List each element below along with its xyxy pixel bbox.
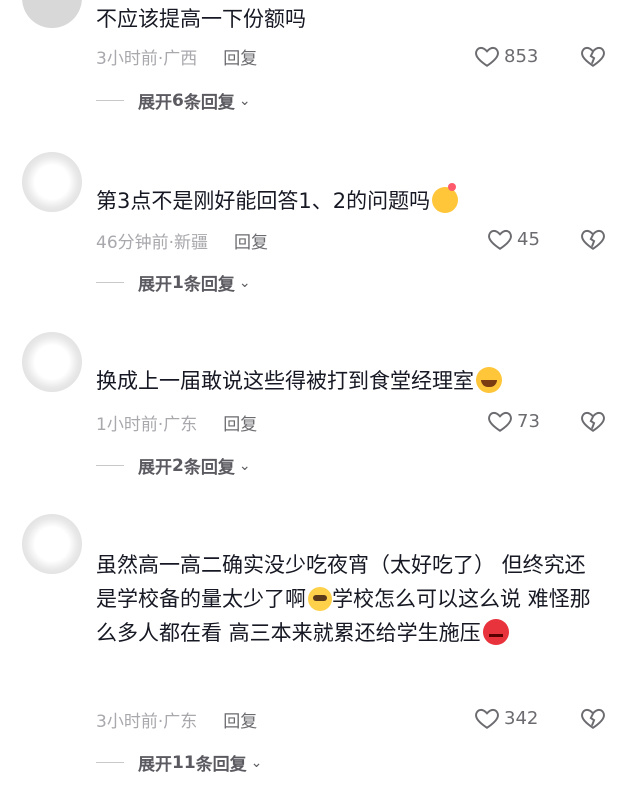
- chevron-down-icon: ⌄: [238, 274, 251, 291]
- avatar[interactable]: [22, 0, 82, 28]
- like-button[interactable]: 45: [487, 226, 540, 252]
- comment-time: 1小时前: [96, 415, 158, 435]
- comment-text: 换成上一届敢说这些得被打到食堂经理室: [96, 364, 502, 398]
- comment-time: 3小时前: [96, 49, 158, 69]
- expand-count: 6: [172, 90, 184, 111]
- expand-suffix: 条回复: [183, 93, 235, 113]
- comment-time: 46分钟前: [96, 233, 169, 253]
- divider: [96, 465, 124, 466]
- dislike-icon[interactable]: [580, 226, 606, 252]
- comment-location: 新疆: [174, 233, 209, 253]
- angry-emoji-icon: [482, 619, 509, 645]
- avatar[interactable]: [22, 152, 82, 212]
- heart-icon: [475, 708, 499, 729]
- avatar[interactable]: [22, 514, 82, 574]
- comment-text: 虽然高一高二确实没少吃夜宵（太好吃了） 但终究还是学校备的量太少了啊 学校怎么可以…: [96, 553, 591, 645]
- expand-replies-button[interactable]: 展开 11 条回复 ⌄: [96, 750, 262, 775]
- comment-location: 广西: [163, 49, 198, 69]
- expand-suffix: 条回复: [195, 755, 247, 775]
- like-count: 853: [504, 45, 539, 67]
- reply-button[interactable]: 回复: [223, 415, 257, 435]
- comment-location: 广东: [163, 712, 198, 732]
- comment-time: 3小时前: [96, 712, 158, 732]
- comment-text: 第3点不是刚好能回答1、2的问题吗: [96, 183, 459, 218]
- expand-count: 2: [172, 455, 184, 476]
- heart-icon: [475, 46, 499, 67]
- expand-replies-button[interactable]: 展开 6 条回复 ⌄: [96, 88, 251, 113]
- comment-text: 不应该提高一下份额吗: [96, 7, 306, 31]
- comment-meta: 46分钟前·新疆 回复: [96, 233, 269, 253]
- comment-meta: 1小时前·广东 回复: [96, 415, 258, 435]
- expand-suffix: 条回复: [183, 458, 235, 478]
- dislike-icon[interactable]: [580, 408, 606, 434]
- divider: [96, 282, 124, 283]
- reply-button[interactable]: 回复: [234, 233, 268, 253]
- dislike-icon[interactable]: [580, 43, 606, 69]
- avatar[interactable]: [22, 332, 82, 392]
- comment-meta: 3小时前·广东 回复: [96, 712, 258, 732]
- heart-icon: [488, 229, 512, 250]
- like-count: 342: [504, 707, 539, 729]
- expand-suffix: 条回复: [183, 275, 235, 295]
- chevron-down-icon: ⌄: [238, 457, 251, 474]
- laugh-cry-emoji-icon: [476, 367, 502, 393]
- expand-count: 1: [172, 272, 184, 293]
- comment-meta: 3小时前·广西 回复: [96, 49, 258, 69]
- expand-prefix: 展开: [138, 93, 172, 113]
- expand-prefix: 展开: [138, 755, 172, 775]
- like-count: 73: [517, 410, 540, 432]
- expand-prefix: 展开: [138, 275, 172, 295]
- like-count: 45: [517, 228, 540, 250]
- divider: [96, 100, 124, 101]
- dislike-icon[interactable]: [580, 705, 606, 731]
- comment-location: 广东: [163, 415, 198, 435]
- expand-replies-button[interactable]: 展开 1 条回复 ⌄: [96, 270, 251, 295]
- like-button[interactable]: 73: [487, 408, 540, 434]
- reply-button[interactable]: 回复: [223, 712, 257, 732]
- pleading-emoji-icon: [308, 587, 332, 611]
- reply-button[interactable]: 回复: [223, 49, 257, 69]
- chevron-down-icon: ⌄: [238, 92, 251, 109]
- divider: [96, 762, 124, 763]
- expand-count: 11: [172, 752, 196, 773]
- like-button[interactable]: 342: [474, 705, 538, 731]
- expand-prefix: 展开: [138, 458, 172, 478]
- like-button[interactable]: 853: [474, 43, 538, 69]
- chevron-down-icon: ⌄: [250, 754, 263, 771]
- shy-emoji-icon: [432, 183, 459, 213]
- expand-replies-button[interactable]: 展开 2 条回复 ⌄: [96, 453, 251, 478]
- heart-icon: [488, 411, 512, 432]
